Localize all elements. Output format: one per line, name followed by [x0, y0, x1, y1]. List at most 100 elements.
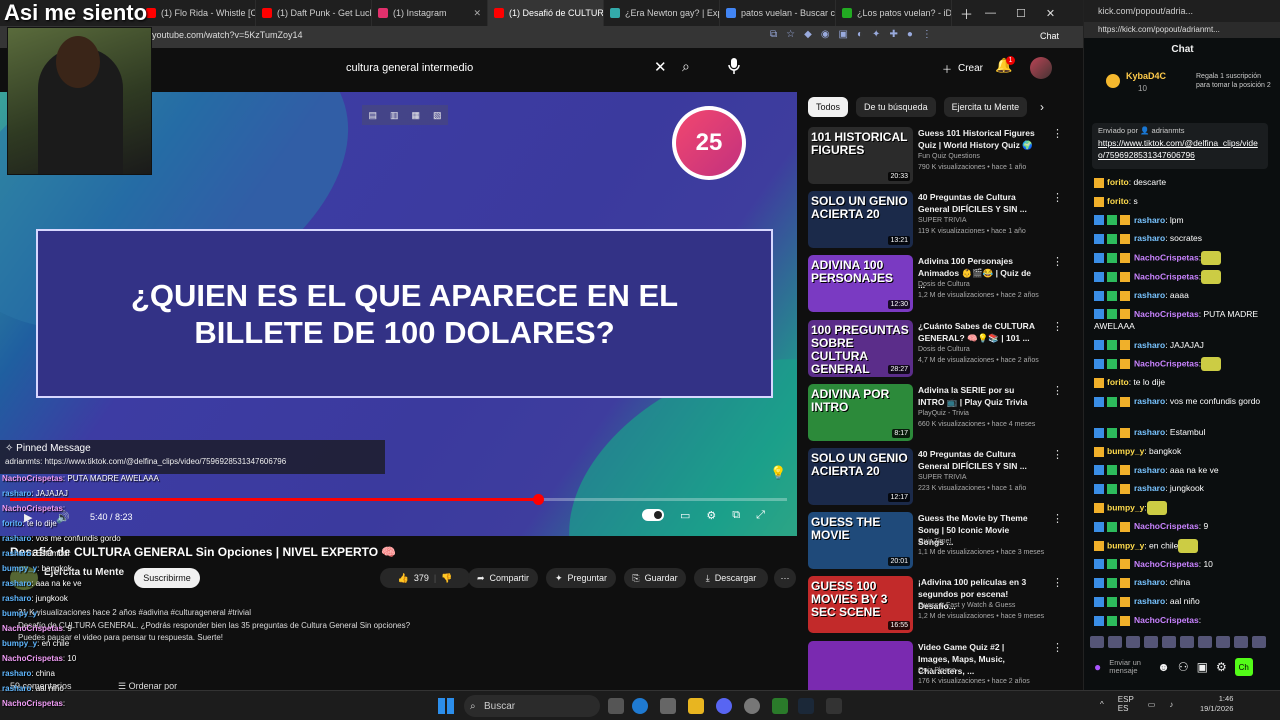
- chat-username[interactable]: NachoCrispetas: [1134, 271, 1199, 281]
- avatar[interactable]: [1030, 57, 1052, 79]
- emote[interactable]: [1198, 636, 1212, 648]
- chat-username[interactable]: bumpy_y: [1107, 502, 1144, 512]
- recommended-video[interactable]: ADIVINA POR INTRO 8:17 Adivina la SERIE po…: [808, 383, 1063, 444]
- filter-chip[interactable]: De tu búsqueda: [856, 97, 936, 117]
- recommended-channel[interactable]: SUPER TRIVIA: [918, 474, 967, 481]
- tray-chevron-icon[interactable]: ^: [1100, 700, 1104, 709]
- browser-tab[interactable]: (1) Daft Punk - Get Luck✕: [256, 0, 372, 26]
- discord-icon[interactable]: [716, 698, 732, 714]
- search-input[interactable]: cultura general intermedio: [338, 55, 678, 81]
- chat-username[interactable]: rasharo: [1134, 215, 1165, 225]
- extension-icon[interactable]: ◐: [857, 29, 863, 40]
- recommended-title[interactable]: Guess 101 Historical Figures Quiz | Worl…: [918, 127, 1036, 151]
- channel-name[interactable]: Ejercita tu Mente: [44, 567, 124, 578]
- recommended-title[interactable]: Adivina la SERIE por su INTRO 📺 | Play Q…: [918, 384, 1036, 408]
- new-tab-icon[interactable]: ＋: [960, 4, 973, 23]
- subtitles-icon[interactable]: ▭: [680, 509, 690, 522]
- emote[interactable]: [1090, 636, 1104, 648]
- windows-start-icon[interactable]: [438, 698, 454, 714]
- recommended-channel[interactable]: Dosis de Cultura: [918, 281, 970, 288]
- close-window-button[interactable]: ✕: [1046, 7, 1055, 20]
- tool-icon[interactable]: ▥: [390, 110, 399, 121]
- clock[interactable]: 1:46 19/1/2026: [1200, 694, 1233, 714]
- chat-username[interactable]: forito: [1107, 196, 1129, 206]
- chat-username[interactable]: NachoCrispetas: [1134, 559, 1199, 569]
- progress-bar[interactable]: [10, 494, 787, 505]
- settings-icon[interactable]: ⚙: [1216, 660, 1227, 674]
- chat-username[interactable]: rasharo: [1134, 483, 1165, 493]
- mic-icon[interactable]: ●: [1094, 660, 1101, 674]
- emote[interactable]: [1162, 636, 1176, 648]
- app-icon[interactable]: [772, 698, 788, 714]
- emote[interactable]: [1252, 636, 1266, 648]
- more-actions-button[interactable]: ⋯: [774, 568, 796, 588]
- recommended-video[interactable]: GUESS THE MOVIE 20:01 Guess the Movie by T…: [808, 512, 1063, 572]
- emote[interactable]: [1144, 636, 1158, 648]
- video-thumbnail[interactable]: ADIVINA POR INTRO 8:17: [808, 383, 913, 441]
- folder-icon[interactable]: [688, 698, 704, 714]
- tool-icon[interactable]: ▦: [411, 110, 420, 121]
- recommended-channel[interactable]: Quiz Please: [918, 667, 956, 674]
- extension-icon[interactable]: ◆: [804, 29, 812, 40]
- video-thumbnail[interactable]: SOLO UN GENIO ACIERTA 20 12:17: [808, 448, 913, 505]
- more-options-icon[interactable]: ⋮: [1052, 320, 1063, 333]
- browser-tab[interactable]: patos vuelan - Buscar co✕: [720, 0, 836, 26]
- extension-icon[interactable]: ▣: [839, 29, 848, 40]
- chat-username[interactable]: forito: [1107, 177, 1129, 187]
- chat-username[interactable]: rasharo: [1134, 290, 1165, 300]
- browser-tab[interactable]: ¿Los patos vuelan? - iD✕: [836, 0, 952, 26]
- send-button[interactable]: Ch: [1234, 658, 1253, 676]
- recommended-title[interactable]: 40 Preguntas de Cultura General DIFÍCILE…: [918, 448, 1036, 472]
- recommended-video[interactable]: GUESS 100 MOVIES BY 3 SEC SCENE 16:55 ¡Adi…: [808, 576, 1063, 636]
- chat-username[interactable]: NachoCrispetas: [1134, 252, 1199, 262]
- more-options-icon[interactable]: ⋮: [1052, 512, 1063, 525]
- gift-prompt[interactable]: Regala 1 suscripción para tomar la posic…: [1196, 72, 1276, 90]
- recommended-video[interactable]: ADIVINA 100 PERSONAJES 12:30 Adivina 100 P…: [808, 255, 1063, 315]
- chevron-right-icon[interactable]: ›: [1040, 100, 1044, 114]
- pinned-link[interactable]: https://www.tiktok.com/@delfina_clips/vi…: [1098, 137, 1262, 161]
- chat-username[interactable]: NachoCrispetas: [1134, 359, 1199, 369]
- app-icon[interactable]: [826, 698, 842, 714]
- maximize-button[interactable]: ☐: [1016, 7, 1026, 20]
- recommended-channel[interactable]: Guess It Fast y Watch & Guess: [918, 602, 1015, 609]
- chat-input[interactable]: ● Enviar un mensaje ☻ ⚇ ▣ ⚙ Ch: [1094, 652, 1274, 682]
- steam-icon[interactable]: [798, 698, 814, 714]
- video-thumbnail[interactable]: 101 HISTORICAL FIGURES 20:33: [808, 127, 913, 184]
- language-indicator[interactable]: ESP ES: [1118, 695, 1134, 713]
- tool-icon[interactable]: ▤: [368, 110, 377, 121]
- volume-icon[interactable]: ♪: [1169, 700, 1173, 709]
- browser-tab[interactable]: ¿Era Newton gay? | Exp✕: [604, 0, 720, 26]
- settings-gear-icon[interactable]: ⚙: [706, 509, 716, 522]
- video-thumbnail[interactable]: GUESS 100 MOVIES BY 3 SEC SCENE 16:55: [808, 576, 913, 634]
- autoplay-toggle[interactable]: [642, 509, 664, 521]
- ask-button[interactable]: ✦ Preguntar: [546, 568, 616, 588]
- play-icon[interactable]: ▶: [24, 511, 32, 524]
- chat-username[interactable]: rasharo: [1134, 577, 1165, 587]
- emote[interactable]: [1126, 636, 1140, 648]
- like-icon[interactable]: 👍: [398, 573, 409, 584]
- miniplayer-icon[interactable]: ⧉: [732, 509, 740, 522]
- recommended-title[interactable]: ¿Cuánto Sabes de CULTURA GENERAL? 🧠💡📚 | …: [918, 320, 1036, 344]
- channel-avatar[interactable]: [10, 566, 38, 590]
- chat-username[interactable]: rasharo: [1134, 596, 1165, 606]
- chat-username[interactable]: bumpy_y: [1107, 446, 1144, 456]
- profile-icon[interactable]: ●: [907, 29, 913, 40]
- video-thumbnail[interactable]: GUESS THE MOVIE 20:01: [808, 512, 913, 570]
- recommended-video[interactable]: 101 HISTORICAL FIGURES 20:33 Guess 101 His…: [808, 127, 1063, 187]
- progress-scrubber[interactable]: [533, 494, 545, 505]
- more-options-icon[interactable]: ⋮: [1052, 576, 1063, 589]
- chat-placeholder[interactable]: Enviar un mensaje: [1109, 659, 1149, 675]
- browser-tab[interactable]: (1) Instagram ✕: [372, 0, 488, 26]
- emote[interactable]: [1234, 636, 1248, 648]
- browser-tab[interactable]: (1) Flo Rida - Whistle [O✕: [140, 0, 256, 26]
- tab-close-icon[interactable]: ✕: [473, 8, 481, 19]
- more-options-icon[interactable]: ⋮: [1052, 127, 1063, 140]
- filter-chip[interactable]: Ejercita tu Mente: [943, 97, 1028, 117]
- clear-search-icon[interactable]: ✕: [654, 58, 667, 76]
- top-gifter[interactable]: KybaD4C: [1126, 71, 1166, 81]
- recommended-video[interactable]: 100 PREGUNTAS SOBRE CULTURA GENERAL 28:27…: [808, 319, 1063, 380]
- recommended-channel[interactable]: Dosis de Cultura: [918, 346, 970, 353]
- chat-username[interactable]: bumpy_y: [1107, 540, 1144, 550]
- chat-username[interactable]: rasharo: [1134, 465, 1165, 475]
- recommended-title[interactable]: 40 Preguntas de Cultura General DIFÍCILE…: [918, 191, 1036, 215]
